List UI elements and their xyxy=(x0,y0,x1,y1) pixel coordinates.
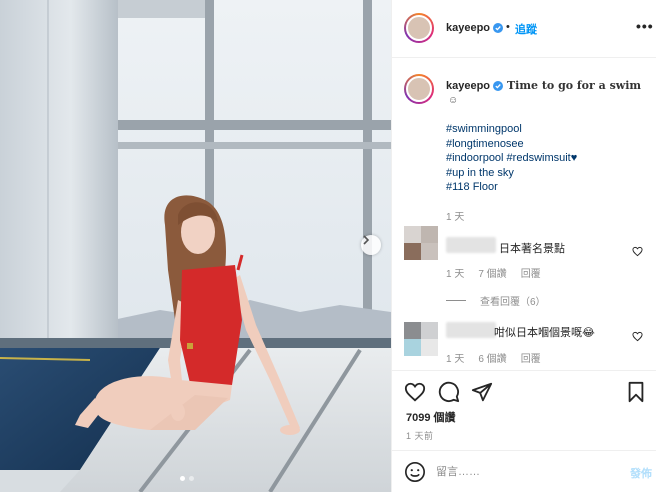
comment-time: 1 天 xyxy=(446,354,465,365)
more-options-icon[interactable]: ••• xyxy=(636,18,654,34)
bookmark-icon[interactable] xyxy=(625,381,647,403)
comment-time: 1 天 xyxy=(446,269,465,280)
post-side-panel: kayeepo • 追蹤 ••• kayeepo Time to go for … xyxy=(391,0,656,492)
hashtag-link[interactable]: #longtimenosee xyxy=(446,137,577,152)
post-comment-button[interactable]: 發佈 xyxy=(630,465,652,481)
hashtag-list: #swimmingpool #longtimenosee #indoorpool… xyxy=(446,122,577,195)
hashtag-link[interactable]: #118 Floor xyxy=(446,180,577,195)
caption-text: Time to go for a swim xyxy=(507,79,642,92)
share-icon[interactable] xyxy=(471,381,493,403)
verified-badge-icon xyxy=(493,81,503,91)
hashtag-link[interactable]: #swimmingpool xyxy=(446,122,577,137)
avatar[interactable] xyxy=(404,13,434,43)
reply-button[interactable]: 回覆 xyxy=(521,350,541,365)
comment-text: 咁似日本嗰個景嘅😂 xyxy=(494,327,595,339)
heart-icon[interactable] xyxy=(632,246,643,257)
heart-icon[interactable] xyxy=(632,331,643,342)
caption-timestamp: 1 天 xyxy=(446,212,465,223)
replies-divider xyxy=(446,300,466,301)
post-actions: 7099 個讚 1 天前 xyxy=(392,370,656,450)
chevron-right-icon xyxy=(363,235,370,245)
blurred-username[interactable] xyxy=(446,237,496,253)
comment-text: 日本著名景點 xyxy=(499,243,565,255)
blurred-avatar[interactable] xyxy=(404,322,438,356)
add-comment-bar: 發佈 xyxy=(392,450,656,492)
comment-likes[interactable]: 7 個讚 xyxy=(478,265,506,280)
hashtag-link[interactable]: #up in the sky xyxy=(446,166,577,181)
post-header: kayeepo • 追蹤 ••• xyxy=(392,0,656,58)
caption-emoji: ☺ xyxy=(448,95,459,106)
carousel-dot xyxy=(189,476,194,481)
header-separator: • xyxy=(506,21,510,33)
reply-button[interactable]: 回覆 xyxy=(521,265,541,280)
verified-badge-icon xyxy=(493,23,503,33)
comment-icon[interactable] xyxy=(438,381,460,403)
post-photo xyxy=(0,0,391,492)
comment-meta: 1 天 6 個讚 回覆 xyxy=(446,350,541,365)
hashtag-link[interactable]: #indoorpool #redswimsuit♥ xyxy=(446,151,577,166)
comment-meta: 1 天 7 個讚 回覆 xyxy=(446,265,541,280)
view-replies-label: 查看回覆（6） xyxy=(480,297,546,308)
carousel-indicator xyxy=(180,476,194,481)
caption-username[interactable]: kayeepo xyxy=(446,80,490,92)
post-timestamp: 1 天前 xyxy=(406,431,434,441)
heart-icon[interactable] xyxy=(404,381,426,403)
smile-icon[interactable] xyxy=(404,461,426,483)
view-replies-button[interactable]: 查看回覆（6） xyxy=(446,293,546,308)
caption-avatar[interactable] xyxy=(404,74,434,104)
like-count[interactable]: 7099 個讚 xyxy=(406,409,456,425)
comment-input[interactable] xyxy=(436,461,616,483)
carousel-dot-active xyxy=(180,476,185,481)
blurred-username[interactable] xyxy=(446,322,496,338)
header-username[interactable]: kayeepo xyxy=(446,22,490,34)
pool-photo-illustration xyxy=(0,0,391,492)
comment-likes[interactable]: 6 個讚 xyxy=(478,350,506,365)
blurred-avatar[interactable] xyxy=(404,226,438,260)
next-image-button[interactable] xyxy=(361,235,381,255)
follow-button[interactable]: 追蹤 xyxy=(515,21,537,37)
